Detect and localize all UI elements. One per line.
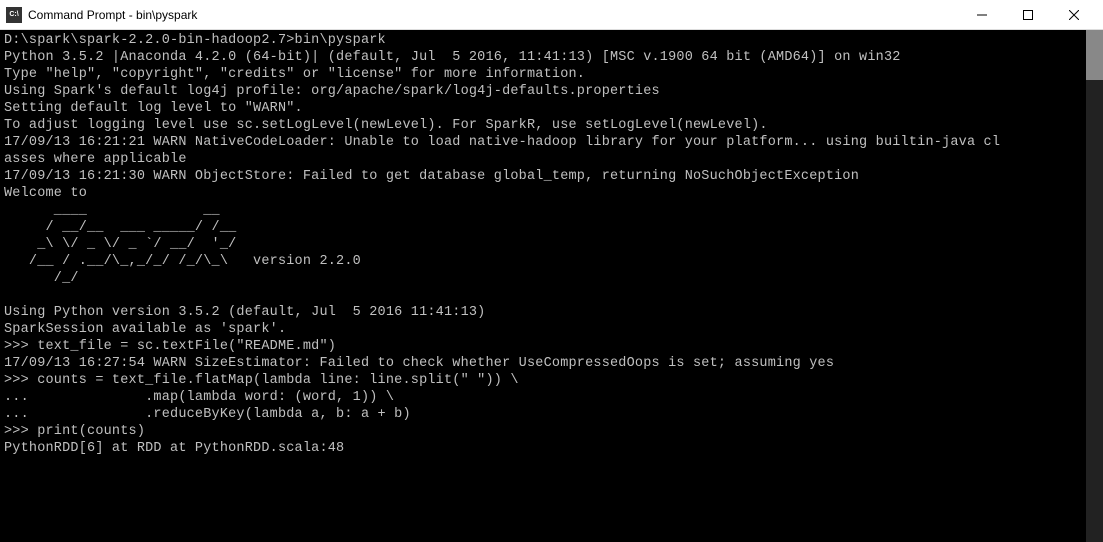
cmd-icon: C:\ [6,7,22,23]
window-controls [959,0,1097,29]
terminal-output[interactable]: D:\spark\spark-2.2.0-bin-hadoop2.7>bin\p… [0,30,1103,542]
maximize-button[interactable] [1005,0,1051,30]
minimize-icon [977,10,987,20]
close-button[interactable] [1051,0,1097,30]
minimize-button[interactable] [959,0,1005,30]
window-title: Command Prompt - bin\pyspark [28,8,959,22]
scrollbar[interactable] [1086,30,1103,542]
scrollbar-thumb[interactable] [1086,30,1103,80]
title-bar: C:\ Command Prompt - bin\pyspark [0,0,1103,30]
maximize-icon [1023,10,1033,20]
close-icon [1069,10,1079,20]
